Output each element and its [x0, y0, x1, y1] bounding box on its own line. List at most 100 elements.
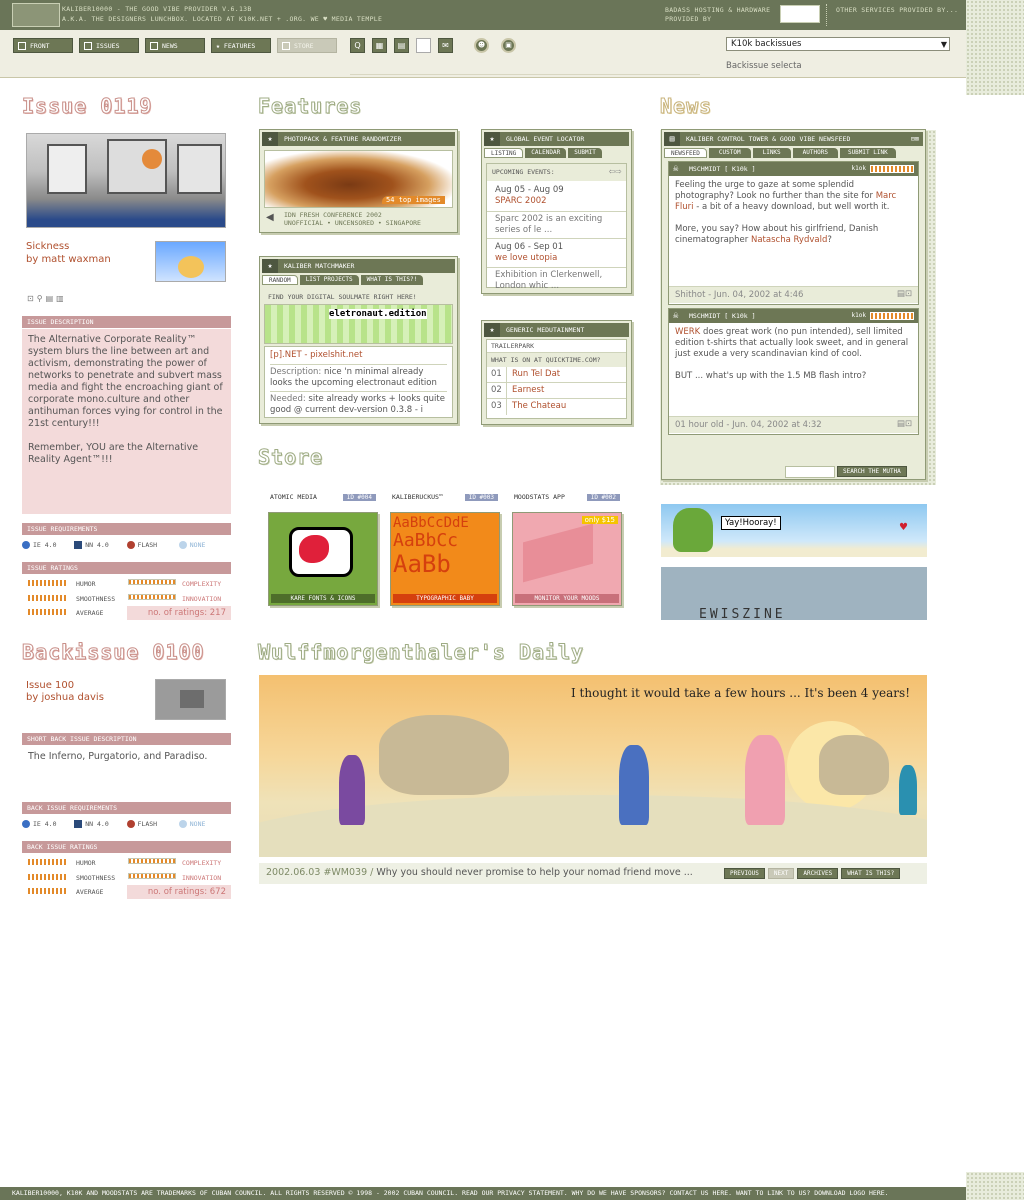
store-item-name: KALIBERUCKUS™ [392, 493, 443, 501]
news-search-input[interactable] [785, 466, 835, 478]
comment-icon[interactable]: ▤⊡ [897, 419, 912, 429]
post-header: ☠ MSCHMIDT [ K10k ] k1ok [669, 162, 918, 176]
photopack-count-badge: 54 top images [382, 196, 445, 204]
store-item-1[interactable]: ATOMIC MEDIA ID #004 KARE FONTS & ICONS [268, 490, 378, 610]
tab-newsfeed[interactable]: NEWSFEED [664, 148, 707, 158]
tab-custom[interactable]: CUSTOM [708, 148, 751, 158]
star-icon: ★ [262, 259, 278, 273]
tab-random[interactable]: RANDOM [262, 275, 298, 285]
tab-submit[interactable]: SUBMIT [568, 148, 602, 158]
arrows-icon[interactable]: ⇦⇨ [609, 166, 622, 177]
photopack-panel: ★ PHOTOPACK & FEATURE RANDOMIZER 54 top i… [259, 129, 458, 233]
nav-features-button[interactable]: ★ FEATURES [211, 38, 271, 53]
star-icon: ★ [262, 132, 278, 146]
item-number: 02 [487, 383, 507, 398]
comic-heading: Wulffmorgenthaler's Daily [257, 640, 585, 665]
event-name[interactable]: SPARC 2002 [495, 196, 618, 207]
previous-button[interactable]: PREVIOUS [724, 868, 765, 879]
event-item-1[interactable]: Aug 05 - Aug 09 SPARC 2002 [487, 181, 626, 212]
k10k-logo[interactable] [12, 3, 60, 27]
store-item-2[interactable]: KALIBERUCKUS™ ID #003 AaBbCcDdE AaBbCc Aa… [390, 490, 500, 610]
post-link[interactable]: WERK [675, 327, 700, 337]
backissue-select[interactable]: K10k backissues ▼ [726, 37, 950, 51]
issue-thumbnail[interactable] [155, 241, 226, 282]
matchmaker-site-link[interactable]: [p].NET - pixelshit.net [270, 350, 447, 361]
nav-store-button[interactable]: STORE [277, 38, 337, 53]
upcoming-events-label: UPCOMING EVENTS: [487, 164, 626, 181]
trailer-item-1[interactable]: 01 Run Tel Dat [487, 367, 626, 383]
skull-icon: ☠ [673, 164, 679, 174]
matchmaker-banner-text: eletronaut.edition [329, 309, 427, 319]
trailer-item-3[interactable]: 03 The Chateau [487, 399, 626, 415]
page-icon[interactable]: ▥ [56, 294, 64, 303]
ad-banner-ewiszine[interactable]: EWISZINE [661, 567, 927, 620]
issue-author-link[interactable]: by matt waxman [26, 254, 111, 265]
search-tool-icon[interactable]: Q [350, 38, 365, 53]
event-date: Aug 06 - Sep 01 [495, 242, 564, 252]
backissue-title-link[interactable]: Issue 100 [26, 680, 74, 691]
tab-submit-link[interactable]: SUBMIT LINK [839, 148, 896, 158]
nav-issues-button[interactable]: ISSUES [79, 38, 139, 53]
nav-label: NEWS [162, 41, 178, 50]
issue-description-2: Remember, YOU are the Alternative Realit… [28, 442, 199, 465]
post-timestamp: Shithot - Jun. 04, 2002 at 4:46 [675, 290, 804, 300]
camera-icon[interactable]: ⊡ [27, 294, 34, 303]
sitemap-tool-icon[interactable]: ▦ [372, 38, 387, 53]
comment-icon[interactable]: ▤⊡ [897, 289, 912, 299]
issue-image[interactable] [26, 133, 226, 228]
post-author[interactable]: MSCHMIDT [ K10k ] [689, 312, 756, 320]
magnifier-icon[interactable]: ⚲ [37, 294, 43, 303]
comic-title: Why you should never promise to help you… [376, 867, 693, 878]
smiley-tool-icon[interactable]: ☻ [474, 38, 489, 53]
store-item-image[interactable]: only $15 MONITOR YOUR MOODS [512, 512, 622, 606]
front-icon [18, 41, 26, 50]
store-item-image[interactable]: KARE FONTS & ICONS [268, 512, 378, 606]
matchmaker-banner[interactable]: eletronaut.edition [264, 304, 453, 344]
tab-calendar[interactable]: CALENDAR [525, 148, 567, 158]
document-icon[interactable]: ▤ [46, 294, 54, 303]
camel-2 [819, 735, 889, 795]
trailer-name[interactable]: Run Tel Dat [507, 367, 560, 382]
post-author[interactable]: MSCHMIDT [ K10k ] [689, 165, 756, 173]
event-desc-1: Sparc 2002 is an exciting series of le .… [487, 212, 626, 239]
event-name[interactable]: we love utopia [495, 253, 618, 264]
ad-banner-hooray[interactable]: Yay!Hooray! ♥ [661, 504, 927, 557]
trailer-name[interactable]: The Chateau [507, 399, 566, 415]
search-button[interactable]: SEARCH THE MUTHA [837, 466, 907, 477]
store-item-3[interactable]: MOODSTATS APP ID #002 only $15 MONITOR YO… [512, 490, 622, 610]
window-controls-icon[interactable]: ⊟⊠ [911, 132, 919, 146]
media-temple-logo[interactable] [780, 5, 820, 23]
trailer-name[interactable]: Earnest [507, 383, 544, 398]
nav-news-button[interactable]: NEWS [145, 38, 205, 53]
issue-requirements: IE 4.0 NN 4.0 FLASH NONE [22, 541, 231, 549]
req-flash: FLASH [126, 541, 179, 549]
news-icon: ▤ [664, 132, 680, 146]
post-link[interactable]: Natascha Rydvald [751, 235, 827, 245]
backissue-heading: Backissue 0100 [22, 640, 205, 665]
store-item-image[interactable]: AaBbCcDdE AaBbCc AaBb TYPOGRAPHIC BABY [390, 512, 500, 606]
backissue-author-link[interactable]: by joshua davis [26, 692, 104, 703]
event-item-2[interactable]: Aug 06 - Sep 01 we love utopia [487, 239, 626, 268]
trailerpark-tab[interactable]: TRAILERPARK [487, 340, 626, 352]
tab-links[interactable]: LINKS [752, 148, 791, 158]
comic-strip[interactable]: I thought it would take a few hours ... … [259, 675, 927, 857]
trailer-item-2[interactable]: 02 Earnest [487, 383, 626, 399]
print-tool-icon[interactable]: ▤ [394, 38, 409, 53]
complexity-label: COMPLEXITY [182, 859, 222, 867]
issue-title-link[interactable]: Sickness [26, 241, 69, 252]
news-heading: News [659, 94, 713, 119]
tab-what-is-this[interactable]: WHAT IS THIS?! [360, 275, 424, 285]
next-button[interactable]: NEXT [767, 868, 795, 879]
nav-front-button[interactable]: FRONT [13, 38, 73, 53]
backissue-thumbnail[interactable] [155, 679, 226, 720]
tab-listing[interactable]: LISTING [484, 148, 524, 158]
tab-list-projects[interactable]: LIST PROJECTS [299, 275, 359, 285]
archives-button[interactable]: ARCHIVES [797, 868, 839, 879]
nomad-purple [339, 755, 365, 825]
image-tool-icon[interactable] [416, 38, 431, 53]
humor-meter [28, 859, 68, 865]
mail-tool-icon[interactable]: ✉ [438, 38, 453, 53]
what-is-this-button[interactable]: WHAT IS THIS? [841, 868, 901, 879]
chat-tool-icon[interactable]: ▣ [501, 38, 516, 53]
tab-authors[interactable]: AUTHORS [792, 148, 838, 158]
